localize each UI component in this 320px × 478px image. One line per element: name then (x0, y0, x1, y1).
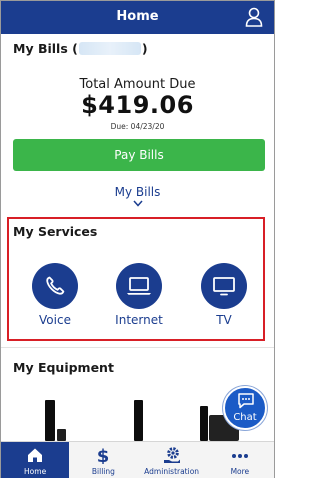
app-header: Home (1, 1, 274, 34)
tab-home-label: Home (24, 467, 47, 476)
svg-text:$: $ (97, 446, 110, 464)
service-tv-circle (201, 263, 247, 309)
tv-icon (213, 277, 235, 296)
tab-administration-label: Administration (144, 467, 200, 476)
tab-billing-label: Billing (91, 467, 115, 476)
service-internet-label: Internet (115, 313, 163, 327)
my-bills-heading-prefix: My Bills ( (13, 41, 78, 56)
phone-icon (46, 276, 65, 295)
tab-billing[interactable]: $ Billing (69, 442, 137, 478)
due-date: Due: 04/23/20 (110, 122, 165, 131)
page-title: Home (116, 9, 159, 24)
laptop-icon (127, 277, 151, 295)
chevron-down-icon[interactable] (133, 200, 143, 207)
equipment-device-1[interactable] (45, 400, 55, 441)
bottom-tab-bar: Home $ Billing Administration More (1, 441, 274, 478)
service-internet-circle (116, 263, 162, 309)
service-internet[interactable]: Internet (109, 263, 169, 327)
section-divider (1, 347, 274, 348)
home-icon (28, 448, 43, 462)
service-tv[interactable]: TV (194, 263, 254, 327)
service-voice[interactable]: Voice (25, 263, 85, 327)
equipment-device-1-base (57, 429, 66, 441)
equipment-device-2[interactable] (134, 400, 143, 441)
redacted-account-number (78, 42, 141, 55)
my-equipment-heading: My Equipment (13, 360, 114, 375)
chat-button[interactable]: Chat (223, 386, 267, 430)
my-services-heading: My Services (13, 224, 98, 239)
tab-administration[interactable]: Administration (138, 442, 206, 478)
tab-home[interactable]: Home (1, 442, 70, 478)
equipment-device-3[interactable] (200, 406, 208, 441)
total-amount-label: Total Amount Due (79, 77, 196, 92)
user-icon[interactable] (245, 7, 263, 27)
chat-bubble-icon (238, 393, 254, 409)
service-voice-label: Voice (39, 313, 71, 327)
pay-bills-button[interactable]: Pay Bills (13, 139, 265, 171)
tab-more-label: More (230, 467, 250, 476)
chat-label: Chat (233, 412, 257, 423)
gear-hand-icon (163, 447, 180, 463)
service-voice-circle (32, 263, 78, 309)
tab-more[interactable]: More (206, 442, 274, 478)
service-tv-label: TV (216, 313, 232, 327)
my-bills-link[interactable]: My Bills (1, 185, 274, 199)
total-amount-value: $419.06 (81, 91, 194, 119)
my-bills-heading-suffix: ) (141, 41, 148, 56)
my-bills-heading: My Bills () (13, 41, 148, 56)
dollar-icon: $ (97, 446, 110, 464)
more-dots-icon (231, 454, 248, 458)
